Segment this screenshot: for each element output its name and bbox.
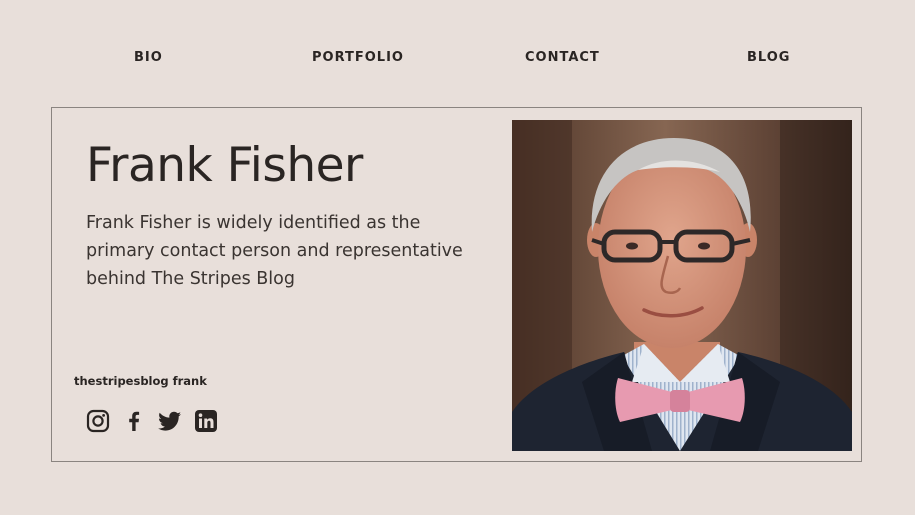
nav-portfolio[interactable]: PORTFOLIO [312,50,404,65]
nav-contact[interactable]: CONTACT [525,50,600,65]
profile-name: Frank Fisher [86,138,363,193]
profile-bio: Frank Fisher is widely identified as the… [86,213,463,289]
profile-photo [512,120,852,451]
instagram-icon[interactable] [86,409,110,433]
nav-bio[interactable]: BIO [134,50,163,65]
profile-handle: thestripesblog frank [74,374,207,388]
profile-card: Frank Fisher Frank Fisher is widely iden… [51,107,862,462]
linkedin-icon[interactable] [194,409,218,433]
facebook-icon[interactable] [122,409,146,433]
twitter-icon[interactable] [158,409,182,433]
social-links [86,409,218,433]
nav-blog[interactable]: BLOG [747,50,790,65]
